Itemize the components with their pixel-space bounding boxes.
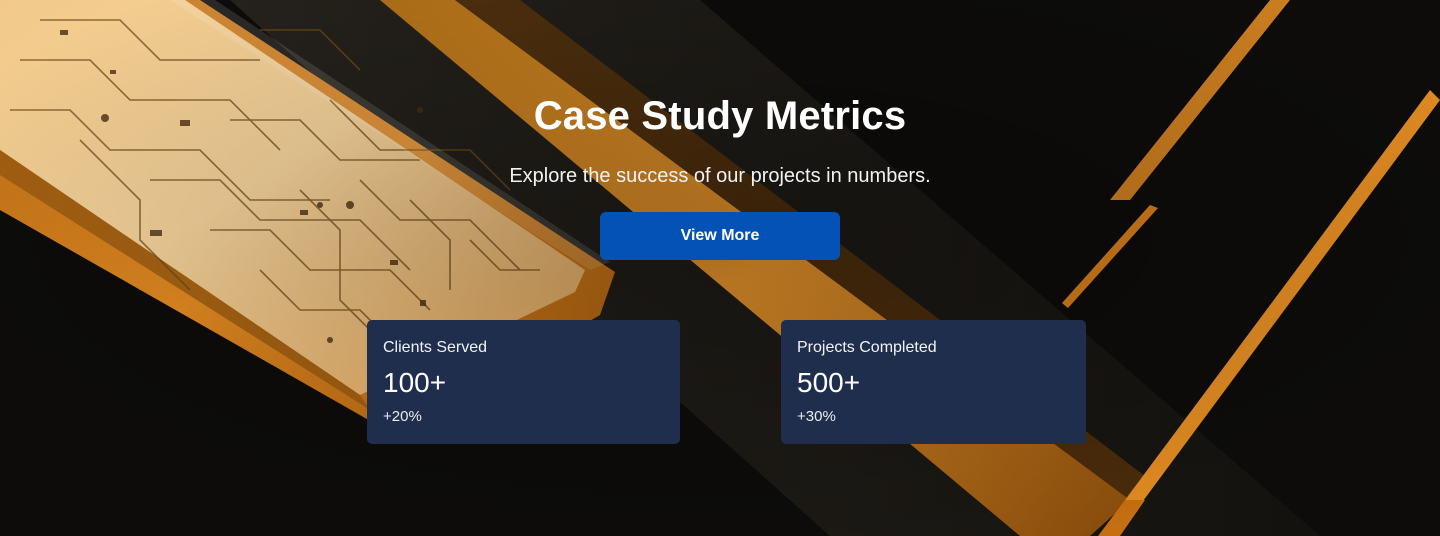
metric-value: 500+ [797, 367, 861, 398]
page-subtitle: Explore the success of our projects in n… [509, 165, 931, 187]
hero-content: Case Study Metrics Explore the success o… [0, 0, 1440, 536]
metric-label: Clients Served [383, 339, 488, 356]
metric-value: 100+ [383, 367, 447, 398]
metric-label: Projects Completed [797, 339, 937, 356]
metric-change: +20% [383, 408, 422, 425]
metric-card-clients-served: Clients Served 100+ +20% [367, 320, 680, 444]
view-more-button[interactable]: View More [600, 212, 840, 260]
page-title: Case Study Metrics [533, 94, 907, 138]
hero-section: Case Study Metrics Explore the success o… [0, 0, 1440, 536]
metric-change: +30% [797, 408, 836, 425]
metric-card-projects-completed: Projects Completed 500+ +30% [781, 320, 1086, 444]
